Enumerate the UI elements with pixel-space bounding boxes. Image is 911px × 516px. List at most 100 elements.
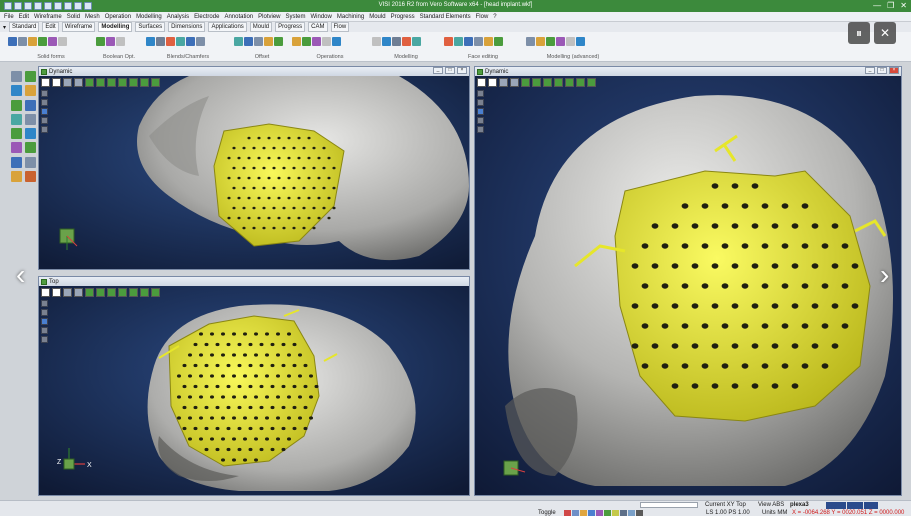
- view-mode-icon[interactable]: [85, 288, 94, 297]
- menu-item-edit[interactable]: Edit: [19, 14, 29, 20]
- ribbon-tool-icon[interactable]: [38, 36, 47, 46]
- ribbon-tool-icon[interactable]: [106, 36, 115, 46]
- status-search-field[interactable]: [640, 502, 698, 510]
- ribbon-tool-icon[interactable]: [412, 36, 421, 46]
- view-mode-icon[interactable]: [140, 288, 149, 297]
- left-tool-icon[interactable]: [11, 142, 22, 154]
- tab-modelling[interactable]: Modelling: [98, 22, 133, 32]
- left-tool-icon[interactable]: [25, 170, 36, 182]
- view-mode-icon[interactable]: [85, 78, 94, 87]
- ribbon-tool-icon[interactable]: [116, 36, 125, 46]
- ribbon-tool-icon[interactable]: [234, 36, 243, 46]
- view-side-tool-icon[interactable]: [41, 309, 48, 316]
- ribbon-tool-icon[interactable]: [566, 36, 575, 46]
- menu-item-flow[interactable]: Flow: [476, 14, 489, 20]
- ribbon-tool-icon[interactable]: [546, 36, 555, 46]
- menu-item-wireframe[interactable]: Wireframe: [34, 14, 62, 20]
- tab-dimensions[interactable]: Dimensions: [168, 22, 206, 32]
- menu-item-progress[interactable]: Progress: [391, 14, 415, 20]
- minimize-button[interactable]: —: [873, 1, 881, 10]
- view-side-tool-icon[interactable]: [41, 99, 48, 106]
- viewport-top-bottom-left[interactable]: Top X Z: [38, 276, 470, 496]
- tab-dropdown-icon[interactable]: ▾: [3, 24, 6, 31]
- ribbon-tool-icon[interactable]: [292, 36, 301, 46]
- view-mode-icon[interactable]: [151, 78, 160, 87]
- model-view[interactable]: [475, 76, 901, 495]
- left-tool-icon[interactable]: [11, 113, 22, 125]
- view-mode-icon[interactable]: [52, 78, 61, 87]
- menu-item-electrode[interactable]: Electrode: [194, 14, 219, 20]
- view-side-tool-icon[interactable]: [41, 90, 48, 97]
- menu-item-machining[interactable]: Machining: [337, 14, 364, 20]
- viewport-minimize-button[interactable]: _: [865, 67, 875, 74]
- menu-item-standard-elements[interactable]: Standard Elements: [420, 14, 471, 20]
- viewport-maximize-button[interactable]: □: [445, 67, 455, 74]
- view-mode-icon[interactable]: [576, 78, 585, 87]
- view-mode-icon[interactable]: [52, 288, 61, 297]
- ribbon-tool-icon[interactable]: [146, 36, 155, 46]
- view-mode-icon[interactable]: [129, 288, 138, 297]
- view-mode-icon[interactable]: [96, 78, 105, 87]
- view-mode-icon[interactable]: [565, 78, 574, 87]
- view-side-tool-icon[interactable]: [41, 327, 48, 334]
- ribbon-tool-icon[interactable]: [96, 36, 105, 46]
- left-tool-icon[interactable]: [25, 71, 36, 82]
- view-mode-icon[interactable]: [499, 78, 508, 87]
- view-side-tool-icon[interactable]: [477, 108, 484, 115]
- ribbon-tool-icon[interactable]: [464, 36, 473, 46]
- viewport-dynamic-right[interactable]: Dynamic _ □ ×: [474, 66, 902, 496]
- ribbon-tool-icon[interactable]: [382, 36, 391, 46]
- ribbon-tool-icon[interactable]: [444, 36, 453, 46]
- view-mode-icon[interactable]: [41, 288, 50, 297]
- menu-item-file[interactable]: File: [4, 14, 14, 20]
- ribbon-tool-icon[interactable]: [526, 36, 535, 46]
- ribbon-tool-icon[interactable]: [556, 36, 565, 46]
- tab-cam[interactable]: CAM: [308, 22, 328, 32]
- ribbon-tool-icon[interactable]: [244, 36, 253, 46]
- view-mode-icon[interactable]: [521, 78, 530, 87]
- view-mode-icon[interactable]: [63, 78, 72, 87]
- menu-item-mesh[interactable]: Mesh: [85, 14, 100, 20]
- left-tool-icon[interactable]: [25, 99, 36, 111]
- view-mode-icon[interactable]: [532, 78, 541, 87]
- ribbon-tool-icon[interactable]: [28, 36, 37, 46]
- restore-button[interactable]: ❐: [887, 1, 894, 10]
- menu-item-operation[interactable]: Operation: [105, 14, 131, 20]
- view-mode-icon[interactable]: [107, 78, 116, 87]
- left-tool-icon[interactable]: [11, 71, 22, 82]
- left-tool-icon[interactable]: [25, 156, 36, 168]
- menu-item-annotation[interactable]: Annotation: [224, 14, 253, 20]
- menu-item-solid[interactable]: Solid: [67, 14, 80, 20]
- view-mode-icon[interactable]: [488, 78, 497, 87]
- ribbon-tool-icon[interactable]: [372, 36, 381, 46]
- menu-item-analysis[interactable]: Analysis: [167, 14, 189, 20]
- ribbon-tool-icon[interactable]: [312, 36, 321, 46]
- ribbon-tool-icon[interactable]: [18, 36, 27, 46]
- ribbon-tool-icon[interactable]: [186, 36, 195, 46]
- view-side-tool-icon[interactable]: [477, 90, 484, 97]
- ribbon-tool-icon[interactable]: [322, 36, 331, 46]
- menu-item-plotview[interactable]: Plotview: [258, 14, 280, 20]
- tab-surfaces[interactable]: Surfaces: [135, 22, 166, 32]
- menu-item-[interactable]: ?: [493, 14, 496, 20]
- ribbon-tool-icon[interactable]: [576, 36, 585, 46]
- ribbon-tool-icon[interactable]: [302, 36, 311, 46]
- viewport-close-button[interactable]: ×: [889, 67, 899, 74]
- ribbon-tool-icon[interactable]: [58, 36, 67, 46]
- menu-item-modelling[interactable]: Modelling: [136, 14, 162, 20]
- view-mode-icon[interactable]: [96, 288, 105, 297]
- left-tool-icon[interactable]: [11, 170, 22, 182]
- ribbon-tool-icon[interactable]: [474, 36, 483, 46]
- view-side-tool-icon[interactable]: [41, 336, 48, 343]
- view-mode-icon[interactable]: [140, 78, 149, 87]
- left-tool-icon[interactable]: [11, 128, 22, 139]
- left-tool-icon[interactable]: [25, 142, 36, 154]
- ribbon-tool-icon[interactable]: [48, 36, 57, 46]
- ribbon-tool-icon[interactable]: [166, 36, 175, 46]
- left-tool-icon[interactable]: [25, 113, 36, 125]
- left-tool-icon[interactable]: [11, 156, 22, 168]
- tab-flow[interactable]: Flow: [330, 22, 350, 32]
- ribbon-tool-icon[interactable]: [536, 36, 545, 46]
- ribbon-tool-icon[interactable]: [484, 36, 493, 46]
- view-mode-icon[interactable]: [554, 78, 563, 87]
